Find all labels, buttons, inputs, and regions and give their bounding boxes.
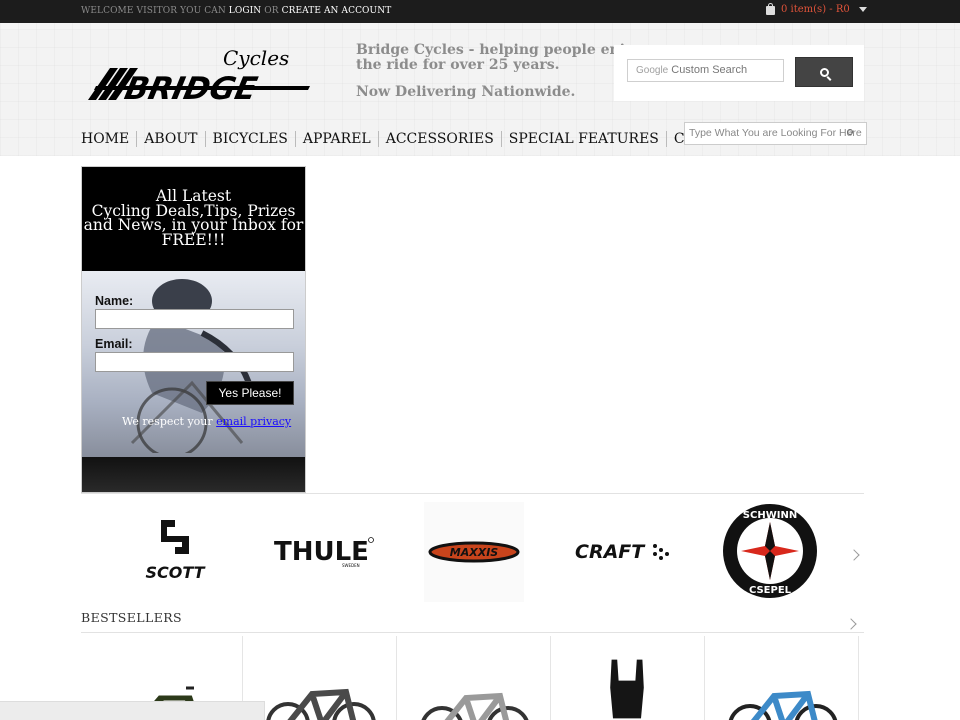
divider (81, 493, 864, 494)
search-button[interactable] (795, 57, 853, 87)
name-field[interactable] (95, 309, 294, 329)
custom-search-input[interactable]: Google Custom Search (627, 59, 784, 82)
privacy-link[interactable]: email privacy (216, 415, 291, 428)
product-image (728, 690, 838, 720)
nav-item-home[interactable]: HOME (81, 131, 136, 147)
product-card[interactable] (552, 636, 705, 720)
product-image (266, 688, 376, 720)
google-search-box: Google Custom Search (614, 45, 864, 101)
signup-heading: All Latest Cycling Deals,Tips, Prizes an… (82, 167, 305, 271)
or-text: OR (264, 6, 279, 16)
svg-text:SCOTT: SCOTT (145, 563, 205, 582)
brand-thule[interactable]: THULE SWEDEN (272, 530, 376, 570)
email-label: Email: (95, 337, 133, 351)
nav-item-accessories[interactable]: ACCESSORIES (377, 131, 501, 147)
nav-item-apparel[interactable]: APPAREL (294, 131, 378, 147)
product-card[interactable] (398, 636, 551, 720)
brand-maxxis[interactable]: MAXXIS (424, 502, 524, 602)
nav-item-bicycles[interactable]: BICYCLES (204, 131, 295, 147)
caret-down-icon (858, 7, 867, 12)
svg-text:SCHWINN: SCHWINN (743, 510, 797, 521)
svg-text:BRIDGE: BRIDGE (121, 71, 260, 107)
nav-item-about[interactable]: ABOUT (136, 131, 204, 147)
svg-text:CSEPEL: CSEPEL (749, 585, 792, 596)
svg-text:Cycles: Cycles (223, 48, 289, 70)
site-search-input[interactable]: Type What You are Looking For Here (684, 122, 867, 145)
brand-craft[interactable]: CRAFT (573, 534, 673, 566)
signup-form: Name: Email: Yes Please! We respect your… (82, 271, 305, 457)
google-label: Google (636, 65, 669, 76)
cart-summary: 0 item(s) - R0 (781, 4, 850, 15)
bestsellers-title: BESTSELLERS (81, 610, 183, 625)
name-label: Name: (95, 294, 134, 308)
subscribe-button[interactable]: Yes Please! (206, 381, 294, 405)
create-account-link[interactable]: CREATE AN ACCOUNT (282, 6, 392, 16)
product-image (421, 692, 529, 720)
search-placeholder: Custom Search (671, 64, 748, 76)
cart-icon (766, 3, 775, 15)
welcome-prefix: WELCOME VISITOR YOU CAN (81, 6, 226, 16)
product-image (610, 659, 644, 719)
nav-item-special-features[interactable]: SPECIAL FEATURES (500, 131, 666, 147)
delivery-notice: Now Delivering Nationwide. (356, 84, 576, 100)
tagline: Bridge Cycles - helping people enjoy the… (356, 42, 643, 73)
svg-text:SWEDEN: SWEDEN (342, 563, 360, 568)
chevron-right-icon[interactable] (848, 549, 860, 561)
product-card[interactable] (706, 636, 859, 720)
browser-status-bar (0, 701, 265, 720)
chevron-right-icon[interactable] (845, 618, 857, 630)
login-link[interactable]: LOGIN (229, 6, 261, 16)
divider (81, 632, 864, 633)
main-nav: HOME ABOUT BICYCLES APPAREL ACCESSORIES … (81, 130, 754, 148)
brand-schwinn-csepel[interactable]: SCHWINN CSEPEL (720, 502, 820, 600)
svg-text:MAXXIS: MAXXIS (450, 546, 499, 559)
cart-dropdown[interactable]: 0 item(s) - R0 (766, 3, 867, 15)
svg-text:CRAFT: CRAFT (575, 541, 646, 563)
top-bar: WELCOME VISITOR YOU CAN LOGIN OR CREATE … (0, 0, 960, 23)
search-icon (819, 67, 829, 77)
product-card[interactable] (244, 636, 397, 720)
privacy-note: We respect your email privacy (122, 415, 292, 428)
bridge-cycles-logo[interactable]: Cycles BRIDGE (88, 46, 313, 108)
site-search-placeholder: Type What You are Looking For Here (689, 127, 862, 139)
brand-scott[interactable]: SCOTT (127, 514, 223, 586)
search-icon (847, 129, 853, 135)
site-header: Cycles BRIDGE Bridge Cycles - helping pe… (0, 23, 960, 156)
welcome-text: WELCOME VISITOR YOU CAN LOGIN OR CREATE … (81, 6, 391, 16)
signup-footer (82, 457, 305, 492)
newsletter-signup: All Latest Cycling Deals,Tips, Prizes an… (81, 166, 306, 493)
email-field[interactable] (95, 352, 294, 372)
